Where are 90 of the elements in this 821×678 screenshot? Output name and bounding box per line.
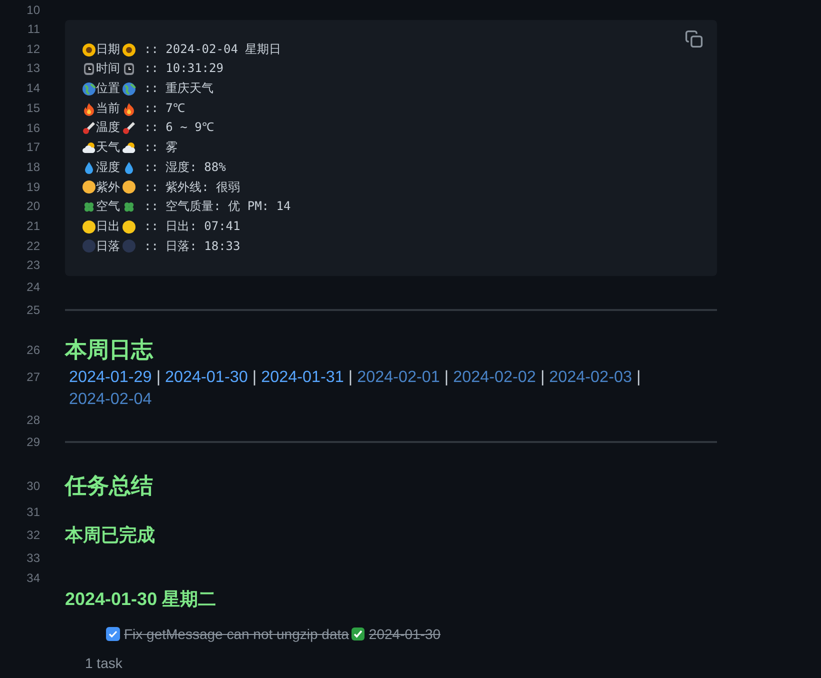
watch-icon	[82, 62, 96, 76]
check-mark-icon	[350, 627, 365, 642]
task-date: 2024-01-30	[368, 626, 441, 642]
code-label: 紫外	[96, 178, 120, 196]
code-text: :: 6 ~ 9℃	[144, 119, 214, 136]
task-text: Fix getMessage can not ungzip data	[124, 626, 349, 642]
water-drop-icon	[122, 160, 136, 175]
code-text: :: 湿度: 88%	[144, 158, 226, 176]
separator: |	[348, 368, 353, 386]
circle-icon	[122, 220, 136, 234]
line-number: 32	[26, 527, 40, 544]
separator: |	[444, 368, 449, 386]
code-label: 湿度	[96, 158, 120, 176]
code-label: 日落	[96, 238, 120, 255]
copy-icon[interactable]	[685, 30, 703, 48]
line-number: 19	[26, 178, 40, 196]
code-text: :: 空气质量: 优 PM: 14	[144, 198, 291, 216]
note-link[interactable]: 2024-01-29	[69, 368, 152, 386]
task-count: 1 task	[85, 654, 124, 672]
line-number: 13	[26, 60, 40, 78]
watch-icon	[122, 62, 136, 76]
note-link[interactable]: 2024-01-31	[261, 368, 344, 386]
line-number: 31	[26, 504, 40, 522]
heading: 任务总结	[65, 472, 154, 500]
heading: 本周已完成	[65, 524, 156, 548]
line-number: 17	[26, 139, 40, 156]
separator: |	[540, 368, 545, 386]
code-label: 位置	[96, 80, 120, 98]
circle-icon	[82, 239, 96, 254]
code-text: :: 7℃	[144, 100, 185, 117]
line-number: 21	[26, 218, 40, 236]
line-number: 30	[26, 478, 40, 496]
line-number: 12	[26, 40, 40, 58]
line-number: 33	[26, 550, 40, 568]
code-text: :: 重庆天气	[144, 80, 214, 98]
line-number: 15	[26, 100, 40, 117]
line-number: 29	[26, 434, 40, 452]
separator: |	[636, 368, 641, 386]
code-text: :: 日出: 07:41	[144, 218, 240, 235]
cloud-icon	[82, 140, 96, 155]
line-number: 23	[26, 257, 40, 274]
globe-icon	[122, 82, 136, 96]
code-label: 温度	[96, 119, 120, 136]
flame-icon	[82, 102, 96, 116]
line-number: 14	[26, 80, 40, 98]
code-text: :: 日落: 18:33	[144, 238, 240, 255]
flame-icon	[122, 102, 136, 116]
line-number: 11	[26, 21, 40, 38]
code-label: 日出	[96, 218, 120, 235]
heading: 本周日志	[65, 336, 154, 364]
globe-icon	[82, 82, 96, 96]
cloud-icon	[122, 140, 136, 155]
line-number: 34	[26, 570, 40, 588]
thermometer-icon	[122, 121, 136, 136]
code-text: :: 雾	[144, 139, 178, 156]
code-label: 时间	[96, 60, 120, 78]
code-label: 空气	[96, 198, 120, 216]
note-link[interactable]: 2024-02-01	[357, 368, 440, 386]
circle-icon	[122, 239, 136, 254]
circle-icon	[82, 220, 96, 234]
code-text: :: 2024-02-04 星期日	[144, 40, 282, 58]
note-link[interactable]: 2024-02-04	[69, 390, 152, 408]
sunflower-icon	[82, 42, 96, 57]
line-number: 25	[26, 302, 40, 320]
sunflower-icon	[122, 42, 136, 57]
group-heading: 2024-01-30 星期二	[65, 588, 218, 610]
line-number: 24	[26, 279, 40, 296]
clover-icon	[122, 200, 136, 214]
line-number: 26	[26, 342, 40, 360]
line-number: 16	[26, 120, 40, 137]
note-link[interactable]: 2024-01-30	[165, 368, 248, 386]
code-label: 日期	[96, 40, 120, 58]
line-number: 20	[26, 198, 40, 216]
line-number: 18	[26, 158, 40, 176]
code-text: :: 紫外线: 很弱	[144, 178, 240, 196]
line-number: 10	[26, 2, 40, 19]
note-link[interactable]: 2024-02-03	[549, 368, 632, 386]
separator: |	[252, 368, 257, 386]
clover-icon	[82, 200, 96, 214]
line-number: 22	[26, 238, 40, 255]
code-text: :: 10:31:29	[144, 60, 224, 78]
code-label: 天气	[96, 139, 120, 156]
thermometer-icon	[82, 121, 96, 136]
note-link[interactable]: 2024-02-02	[453, 368, 536, 386]
line-number: 27	[26, 369, 40, 386]
checkbox[interactable]	[106, 627, 120, 642]
line-number: 28	[26, 412, 40, 430]
water-drop-icon	[82, 160, 96, 175]
code-label: 当前	[96, 100, 120, 117]
separator: |	[156, 368, 161, 386]
